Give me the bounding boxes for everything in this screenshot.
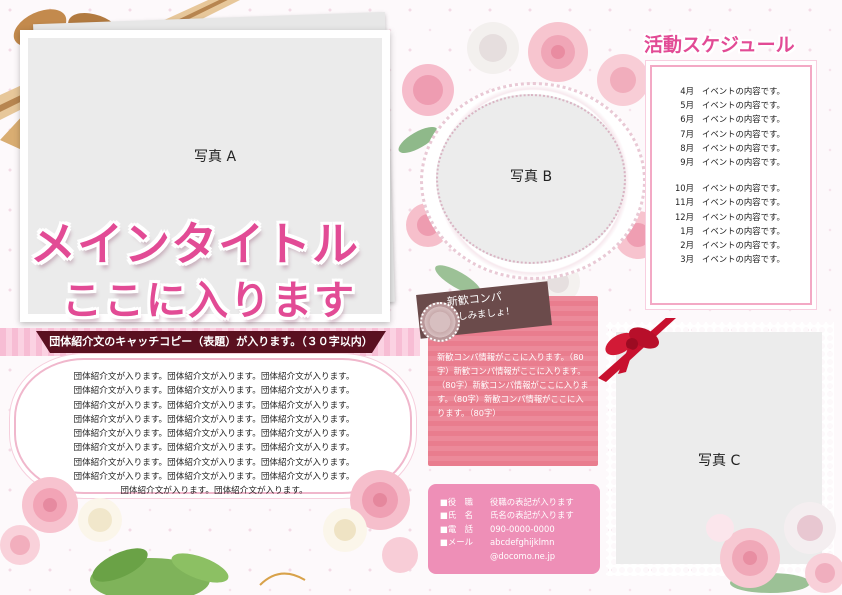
- contact-value: 090-0000-0000: [490, 523, 555, 534]
- schedule-month: 3月: [680, 254, 694, 265]
- schedule-event: イベントの内容です。: [702, 239, 785, 250]
- contact-value: @docomo.ne.jp: [490, 550, 556, 561]
- schedule-event: イベントの内容です。: [702, 183, 785, 194]
- catch-copy: 団体紹介文のキャッチコピー（表題）が入ります。（３０字以内）: [36, 331, 386, 353]
- doily-icon: [420, 302, 460, 342]
- contact-row: ■役 職 役職の表記が入ります: [440, 496, 574, 509]
- schedule-gap: [670, 169, 800, 181]
- schedule-event: イベントの内容です。: [702, 128, 785, 139]
- schedule-month: 8月: [680, 142, 694, 153]
- photo-a-label: 写真 A: [194, 149, 237, 165]
- schedule-month: 11月: [674, 197, 694, 208]
- schedule-row: 6月 イベントの内容です。: [670, 112, 800, 126]
- schedule-event: イベントの内容です。: [702, 142, 785, 153]
- contact-row: @docomo.ne.jp: [440, 550, 574, 563]
- main-title-line2: ここに入ります: [62, 278, 356, 324]
- contact-label: ■役 職: [440, 497, 474, 507]
- schedule-title: 活動スケジュール: [644, 34, 795, 56]
- contact-row: ■電 話 090-0000-0000: [440, 523, 574, 536]
- contact-list: ■役 職 役職の表記が入ります ■氏 名 氏名の表記が入ります ■電 話 090-00…: [440, 496, 574, 563]
- schedule-event: イベントの内容です。: [702, 197, 785, 208]
- welcome-party-text: 新歓コンパ情報がここに入ります。（80字）新歓コンパ情報がここに入ります。（80…: [437, 352, 589, 418]
- schedule-month: 1月: [680, 225, 694, 236]
- schedule-month: 7月: [680, 128, 694, 139]
- schedule-row: 8月 イベントの内容です。: [670, 141, 800, 155]
- schedule-row: 5月 イベントの内容です。: [670, 98, 800, 112]
- schedule-month: 6月: [680, 114, 694, 125]
- schedule-row: 9月 イベントの内容です。: [670, 155, 800, 169]
- schedule-row: 4月 イベントの内容です。: [670, 84, 800, 98]
- schedule-row: 11月 イベントの内容です。: [670, 195, 800, 209]
- schedule-event: イベントの内容です。: [702, 100, 785, 111]
- schedule-row: 7月 イベントの内容です。: [670, 127, 800, 141]
- schedule-event: イベントの内容です。: [702, 114, 785, 125]
- schedule-row: 12月 イベントの内容です。: [670, 210, 800, 224]
- schedule-month: 4月: [680, 86, 694, 96]
- photo-b-label: 写真 B: [510, 169, 553, 185]
- photo-b-frame: 写真 B: [436, 94, 626, 264]
- contact-value: 役職の表記が入ります: [490, 497, 574, 507]
- schedule-list: 4月 イベントの内容です。 5月 イベントの内容です。 6月 イベントの内容です。 7…: [670, 84, 800, 266]
- contact-row: ■メール abcdefghijklmn: [440, 536, 574, 549]
- schedule-month: 5月: [680, 100, 694, 111]
- schedule-event: イベントの内容です。: [702, 156, 785, 167]
- flower-decoration-bottom-left: [0, 470, 418, 595]
- schedule-event: イベントの内容です。: [702, 254, 785, 265]
- photo-c-label: 写真 C: [698, 453, 741, 469]
- contact-label: ■電 話: [440, 523, 474, 534]
- schedule-row: 2月 イベントの内容です。: [670, 238, 800, 252]
- schedule-event: イベントの内容です。: [702, 86, 785, 96]
- contact-row: ■氏 名 氏名の表記が入ります: [440, 509, 574, 522]
- schedule-event: イベントの内容です。: [702, 211, 785, 222]
- schedule-month: 9月: [680, 156, 694, 167]
- schedule-month: 2月: [680, 239, 694, 250]
- red-bow-icon: [598, 318, 676, 382]
- schedule-row: 10月 イベントの内容です。: [670, 181, 800, 195]
- schedule-row: 1月 イベントの内容です。: [670, 224, 800, 238]
- schedule-event: イベントの内容です。: [702, 225, 785, 236]
- schedule-month: 10月: [674, 183, 694, 194]
- schedule-row: 3月 イベントの内容です。: [670, 252, 800, 266]
- contact-label: ■メール: [440, 537, 474, 548]
- main-title-line1: メインタイトル: [30, 217, 359, 271]
- contact-value: abcdefghijklmn: [490, 537, 555, 548]
- contact-value: 氏名の表記が入ります: [490, 510, 574, 521]
- contact-label: ■氏 名: [440, 510, 474, 521]
- flower-decoration-bottom-right: [706, 502, 842, 593]
- schedule-month: 12月: [674, 211, 694, 222]
